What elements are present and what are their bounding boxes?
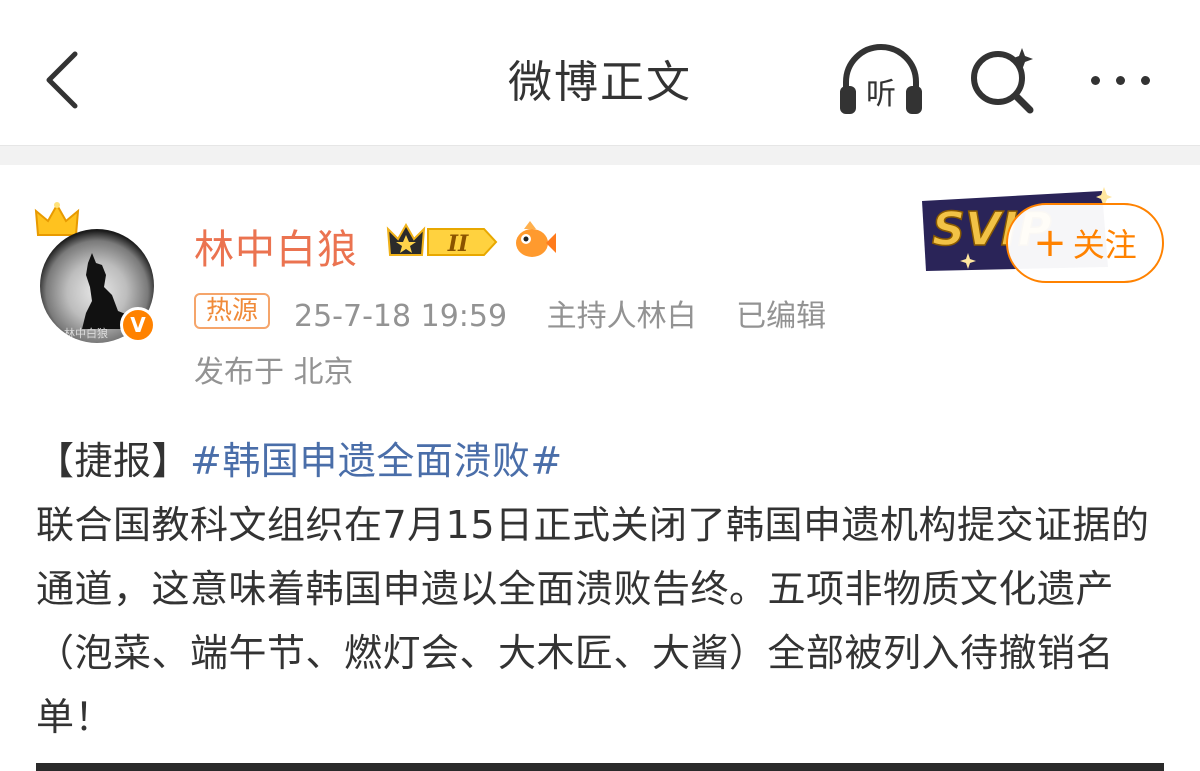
post-image-preview[interactable] xyxy=(36,763,1164,771)
weibo-post: 林中白狼 V 林中白狼 II SVIP + 关注 热源 25-7-18 19:5… xyxy=(0,165,1200,771)
hashtag-link[interactable]: #韩国申遗全面溃败# xyxy=(190,439,563,483)
listen-button[interactable]: 听 xyxy=(836,42,926,118)
content-text: 联合国教科文组织在7月15日正式关闭了韩国申遗机构提交证据的通道，这意味着韩国申… xyxy=(36,503,1150,739)
post-location: 发布于 北京 xyxy=(194,355,354,390)
plus-icon: + xyxy=(1033,220,1067,266)
search-icon xyxy=(971,48,1034,114)
post-timestamp: 25-7-18 19:59 xyxy=(294,299,508,334)
listen-glyph: 听 xyxy=(866,77,896,112)
post-content: 【捷报】#韩国申遗全面溃败# 联合国教科文组织在7月15日正式关闭了韩国申遗机构… xyxy=(36,429,1166,749)
author-name[interactable]: 林中白狼 xyxy=(194,217,358,275)
content-prefix: 【捷报】 xyxy=(36,439,191,483)
more-dot-icon xyxy=(1115,75,1125,85)
verified-badge-icon: V xyxy=(120,307,156,343)
avatar-signature: 林中白狼 xyxy=(64,327,108,340)
follow-button[interactable]: + 关注 xyxy=(1006,203,1164,283)
section-divider xyxy=(0,145,1200,165)
follow-label: 关注 xyxy=(1072,226,1137,264)
top-nav-bar: 微博正文 听 xyxy=(0,0,1200,145)
search-button[interactable] xyxy=(966,42,1042,118)
post-edited-label[interactable]: 已编辑 xyxy=(736,299,826,334)
more-dot-icon xyxy=(1090,75,1100,85)
source-tag[interactable]: 热源 xyxy=(194,293,271,329)
headphones-icon: 听 xyxy=(840,44,922,114)
more-dot-icon xyxy=(1140,75,1150,85)
vip-level-text: II xyxy=(447,231,469,257)
more-button[interactable] xyxy=(1080,42,1160,118)
vip-level-badge-icon[interactable]: II xyxy=(384,221,500,263)
post-host[interactable]: 主持人林白 xyxy=(547,299,697,334)
fish-badge-icon[interactable] xyxy=(510,219,556,263)
post-meta: 25-7-18 19:59 主持人林白 已编辑 xyxy=(294,291,856,335)
author-avatar-area[interactable]: 林中白狼 V xyxy=(28,185,168,343)
